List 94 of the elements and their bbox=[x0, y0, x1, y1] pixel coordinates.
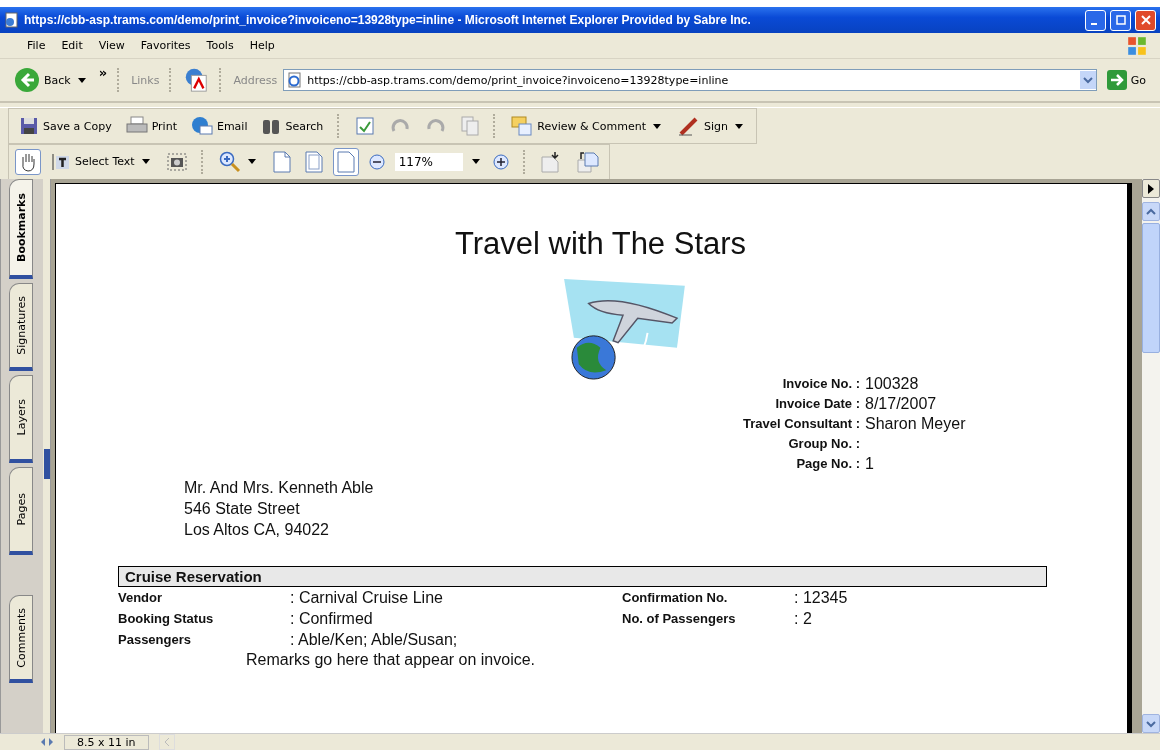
minimize-icon bbox=[1090, 23, 1097, 25]
menu-item[interactable]: Help bbox=[242, 37, 282, 54]
field-label: Invoice Date : bbox=[774, 395, 860, 413]
caret-icon bbox=[77, 77, 86, 83]
go-button[interactable]: Go bbox=[1102, 67, 1150, 93]
menu-item[interactable]: Edit bbox=[54, 37, 90, 54]
section-header: Cruise Reservation bbox=[118, 566, 1047, 587]
field-label: Invoice No. : bbox=[781, 375, 860, 393]
remarks-text: Remarks go here that appear on invoice. bbox=[246, 650, 537, 670]
select-text-button[interactable]: Select Text bbox=[47, 148, 157, 175]
field-value: : Carnival Cruise Line bbox=[290, 588, 444, 608]
caret-icon bbox=[247, 159, 256, 164]
page-icon bbox=[336, 150, 355, 173]
panel-toggle-button[interactable] bbox=[1142, 179, 1160, 198]
close-icon bbox=[1140, 15, 1151, 25]
search-button[interactable]: Search bbox=[257, 113, 328, 139]
field-value: : 2 bbox=[794, 609, 813, 629]
scroll-down-button[interactable] bbox=[1142, 714, 1160, 733]
magnifier-icon bbox=[218, 150, 241, 173]
scroll-thumb[interactable] bbox=[1142, 223, 1160, 353]
address-label: Address bbox=[233, 73, 278, 87]
page-icon bbox=[304, 150, 323, 173]
minimize-button[interactable] bbox=[1085, 9, 1106, 31]
maximize-button[interactable] bbox=[1110, 9, 1131, 31]
side-tab[interactable]: Bookmarks bbox=[9, 179, 33, 279]
chevron-up-icon bbox=[1146, 207, 1156, 216]
more-button[interactable]: » bbox=[98, 65, 108, 80]
field-value: : 12345 bbox=[794, 588, 848, 608]
address-line: Mr. And Mrs. Kenneth Able bbox=[184, 478, 375, 498]
zoom-field[interactable]: 117% bbox=[394, 152, 463, 171]
side-tab[interactable]: Signatures bbox=[9, 283, 33, 371]
field-label: Travel Consultant : bbox=[742, 415, 860, 433]
back-button[interactable]: Back bbox=[10, 64, 93, 96]
address-line: 546 State Street bbox=[184, 499, 301, 519]
panel-splitter[interactable] bbox=[43, 179, 51, 733]
menu-item[interactable]: Tools bbox=[199, 37, 241, 54]
address-field[interactable]: https://cbb-asp.trams.com/demo/print_invoice?invoiceno=13928type=inline bbox=[283, 69, 1097, 91]
email-button[interactable]: Email bbox=[186, 113, 252, 139]
caret-icon bbox=[141, 159, 150, 164]
field-label: Vendor bbox=[118, 589, 164, 607]
hand-icon bbox=[19, 151, 37, 172]
arrow-right-icon bbox=[1106, 70, 1127, 90]
menu-item[interactable]: Favorites bbox=[133, 37, 198, 54]
caret-icon[interactable] bbox=[471, 159, 480, 164]
camera-icon bbox=[166, 152, 187, 171]
company-name: Travel with The Stars bbox=[453, 226, 748, 262]
print-button[interactable]: Print bbox=[121, 113, 181, 139]
minus-icon bbox=[368, 153, 385, 170]
text-cursor-icon bbox=[51, 151, 71, 172]
field-value: : Confirmed bbox=[290, 609, 374, 629]
field-value: Sharon Meyer bbox=[865, 414, 967, 434]
chevron-down-icon bbox=[1082, 76, 1093, 84]
vertical-scrollbar[interactable] bbox=[1142, 179, 1160, 733]
address-line: Los Altos CA, 94022 bbox=[184, 520, 330, 540]
window-title: https://cbb-asp.trams.com/demo/print_invoice?invoiceno=13928type=inline - Microsoft Internet Explorer Provided by Sabre Inc. bbox=[24, 13, 752, 27]
windows-logo-icon bbox=[1126, 34, 1148, 57]
hand-tool-button[interactable] bbox=[15, 148, 41, 175]
menu-item[interactable]: File bbox=[20, 37, 53, 54]
field-value: 1 bbox=[865, 454, 875, 474]
field-value: 8/17/2007 bbox=[865, 394, 938, 414]
side-tab[interactable]: Comments bbox=[9, 595, 33, 683]
sign-button[interactable]: Sign bbox=[674, 113, 750, 139]
field-value: : Able/Ken; Able/Susan; bbox=[290, 630, 459, 650]
page-icon bbox=[272, 150, 291, 173]
field-value: 100328 bbox=[865, 374, 920, 394]
side-tab[interactable]: Pages bbox=[9, 467, 33, 555]
plus-icon bbox=[492, 153, 509, 170]
close-button[interactable] bbox=[1135, 9, 1156, 31]
chevron-down-icon bbox=[1146, 719, 1156, 728]
maximize-icon bbox=[1115, 15, 1126, 25]
rotate-page-icon bbox=[576, 150, 599, 173]
page-size-label: 8.5 x 11 in bbox=[64, 734, 149, 750]
field-label: No. of Passengers bbox=[622, 610, 737, 628]
page-icon bbox=[4, 12, 20, 28]
chevron-left-icon bbox=[163, 737, 170, 747]
scroll-up-button[interactable] bbox=[1142, 202, 1160, 221]
field-label: Page No. : bbox=[795, 455, 860, 473]
side-tab[interactable]: Layers bbox=[9, 375, 33, 463]
page-view-button[interactable] bbox=[332, 147, 359, 176]
splitter-handle[interactable] bbox=[44, 449, 50, 479]
field-label: Booking Status bbox=[118, 610, 215, 628]
menu-item[interactable]: View bbox=[91, 37, 132, 54]
dropdown-button[interactable] bbox=[1079, 71, 1096, 89]
pen-icon bbox=[678, 116, 700, 136]
save-button[interactable]: Save a Copy bbox=[15, 113, 116, 139]
page-icon bbox=[287, 72, 304, 88]
split-arrows-icon[interactable] bbox=[40, 737, 54, 747]
pdf-icon[interactable] bbox=[183, 67, 210, 93]
field-label: Passengers bbox=[118, 631, 192, 649]
field-label: Group No. : bbox=[787, 435, 860, 453]
printer-icon bbox=[125, 116, 148, 136]
triangle-right-icon bbox=[1147, 183, 1155, 194]
comment-button[interactable]: Review & Comment bbox=[507, 113, 668, 139]
field-label: Confirmation No. bbox=[622, 589, 729, 607]
